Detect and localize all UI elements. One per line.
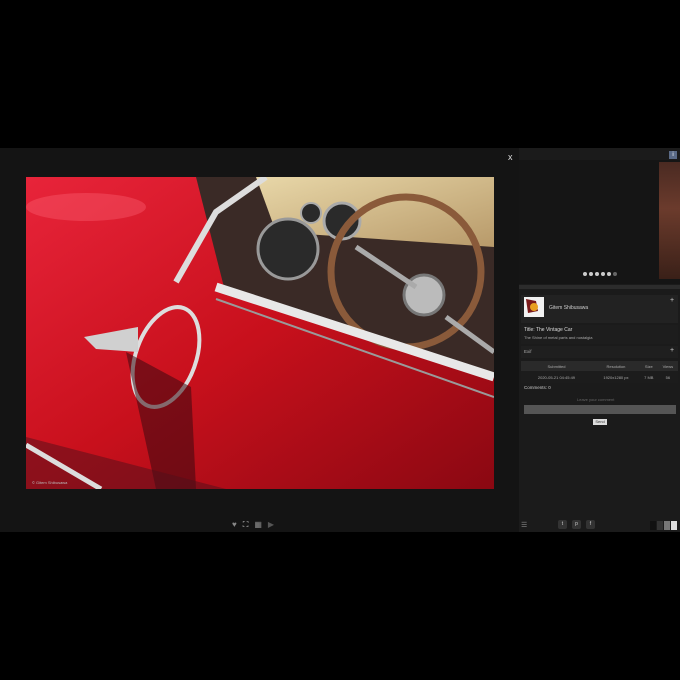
column-header: Size (639, 361, 658, 371)
pager-dot[interactable] (589, 272, 593, 276)
avatar[interactable] (524, 297, 544, 317)
exif-header[interactable] (521, 346, 678, 358)
comment-input[interactable] (524, 405, 676, 414)
theme-swatch-light[interactable] (671, 521, 677, 530)
sidebar-divider (519, 285, 680, 289)
photo-credit: © Gitem Shibusawa (32, 480, 68, 485)
size-cell: 7 MB (639, 371, 658, 383)
column-header: Resolution (591, 361, 640, 371)
pager-dot[interactable] (607, 272, 611, 276)
pager-dot[interactable] (613, 272, 617, 276)
pager-dot[interactable] (583, 272, 587, 276)
exif-label: Exif (524, 349, 532, 354)
grid-icon[interactable]: ▦ (254, 520, 262, 530)
exif-table: Submitted Resolution Size Views 2020-05-… (521, 361, 678, 383)
thumbnail-strip (519, 160, 680, 284)
pager-dot[interactable] (601, 272, 605, 276)
vintage-car-image (26, 177, 494, 489)
column-header: Submitted (521, 361, 592, 371)
photo-subtitle: The Shine of metal parts and nostalgia (524, 335, 593, 340)
expand-user-button[interactable]: + (670, 297, 674, 304)
theme-swatch-mid[interactable] (657, 521, 663, 530)
user-row (521, 295, 678, 323)
info-icon[interactable]: i (669, 151, 677, 159)
table-row: 2020-05-21 04:45:49 1920x1280 px 7 MB 56 (521, 371, 678, 383)
user-name[interactable]: Gitem Shibusawa (549, 305, 588, 311)
theme-swatch-dark[interactable] (650, 521, 656, 530)
column-header: Views (657, 361, 678, 371)
thumbnail-image[interactable] (659, 162, 680, 279)
resolution-cell: 1920x1280 px (591, 371, 640, 383)
fullscreen-icon[interactable]: ⛶ (243, 520, 249, 530)
facebook-icon[interactable]: f (586, 520, 595, 529)
comment-prompt: Leave your comment (577, 397, 615, 402)
pager-dot[interactable] (595, 272, 599, 276)
list-icon[interactable]: ☰ (521, 521, 527, 529)
close-button[interactable]: x (508, 152, 513, 162)
expand-exif-button[interactable]: + (670, 347, 674, 354)
photo-title: Title: The Vintage Car (524, 327, 573, 333)
theme-swatch-grey[interactable] (664, 521, 670, 530)
submitted-cell: 2020-05-21 04:45:49 (521, 371, 592, 383)
views-cell: 56 (657, 371, 678, 383)
pinterest-icon[interactable]: p (572, 520, 581, 529)
viewer-toolbar: ♥ ⛶ ▦ ▶ (232, 520, 274, 530)
twitter-icon[interactable]: t (558, 520, 567, 529)
comments-count: Comments: 0 (524, 385, 551, 390)
main-photo[interactable]: © Gitem Shibusawa (26, 177, 494, 489)
thumbnail-pager (583, 272, 617, 276)
play-icon[interactable]: ▶ (268, 520, 274, 530)
send-button[interactable]: Send (593, 419, 607, 425)
heart-icon[interactable]: ♥ (232, 520, 237, 530)
